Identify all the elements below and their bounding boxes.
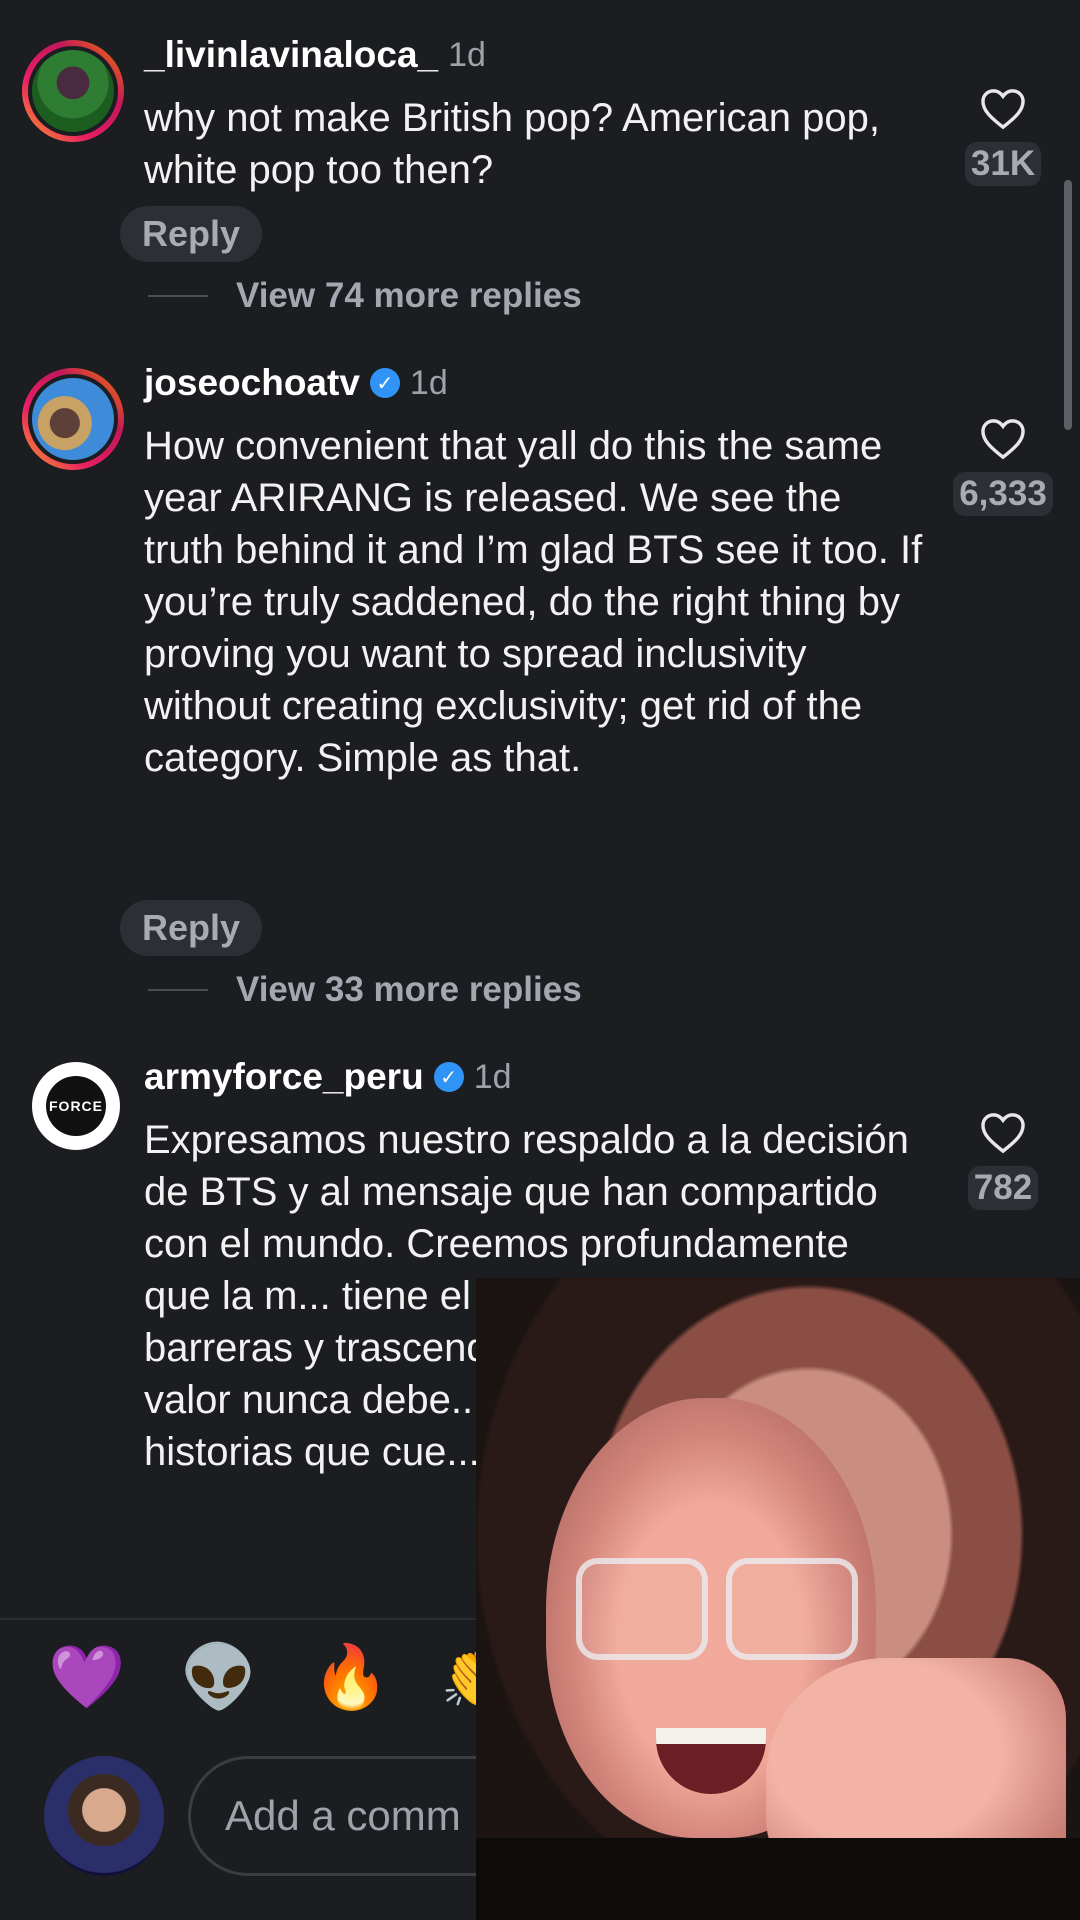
divider-line — [148, 989, 208, 991]
like-control[interactable]: 6,333 — [948, 418, 1058, 516]
view-more-replies[interactable]: View 74 more replies — [148, 276, 582, 316]
avatar-logo: FORCE — [46, 1076, 106, 1136]
heart-icon[interactable] — [980, 418, 1026, 460]
timestamp: 1d — [448, 35, 486, 74]
user-avatar[interactable] — [22, 40, 124, 142]
comment-text: How convenient that yall do this the sam… — [144, 424, 923, 780]
avatar-image — [28, 374, 118, 464]
like-count: 782 — [967, 1166, 1039, 1210]
comment-header: _livinlavinaloca_ 1d — [144, 34, 486, 76]
reply-button[interactable]: Reply — [120, 206, 263, 262]
user-avatar[interactable]: FORCE — [32, 1062, 120, 1150]
reply-button[interactable]: Reply — [120, 900, 263, 956]
like-control[interactable]: 31K — [948, 88, 1058, 186]
comment-header: armyforce_peru ✓ 1d — [144, 1056, 512, 1098]
like-count: 6,333 — [953, 472, 1053, 516]
view-more-replies[interactable]: View 33 more replies — [148, 970, 582, 1010]
video-overlay[interactable] — [476, 1278, 1080, 1920]
fire-emoji-icon[interactable]: 🔥 — [312, 1640, 389, 1714]
user-avatar[interactable] — [22, 368, 124, 470]
current-user-avatar — [44, 1756, 164, 1876]
username[interactable]: armyforce_peru — [144, 1056, 424, 1098]
glasses-lens-left — [576, 1558, 708, 1660]
alien-emoji-icon[interactable]: 👽 — [180, 1640, 257, 1714]
username[interactable]: _livinlavinaloca_ — [144, 34, 438, 76]
heart-icon[interactable] — [980, 88, 1026, 130]
verified-badge-icon: ✓ — [369, 368, 400, 398]
video-person-shirt — [476, 1838, 1080, 1920]
timestamp: 1d — [473, 1057, 512, 1096]
smile — [656, 1728, 766, 1794]
glasses-lens-right — [726, 1558, 858, 1660]
timestamp: 1d — [409, 363, 448, 402]
view-more-replies-label: View 74 more replies — [236, 276, 582, 315]
scrollbar[interactable] — [1064, 180, 1072, 430]
view-more-replies-label: View 33 more replies — [236, 970, 582, 1009]
divider-line — [148, 295, 208, 297]
like-count: 31K — [964, 142, 1042, 186]
username[interactable]: joseochoatv — [144, 362, 360, 404]
comment-text: why not make British pop? American pop, … — [144, 96, 880, 192]
purple-heart-emoji-icon[interactable]: 💜 — [48, 1640, 125, 1714]
heart-icon[interactable] — [980, 1112, 1026, 1154]
avatar-image — [28, 46, 118, 136]
verified-badge-icon: ✓ — [433, 1062, 464, 1092]
comment-header: joseochoatv ✓ 1d — [144, 362, 448, 404]
like-control[interactable]: 782 — [948, 1112, 1058, 1210]
